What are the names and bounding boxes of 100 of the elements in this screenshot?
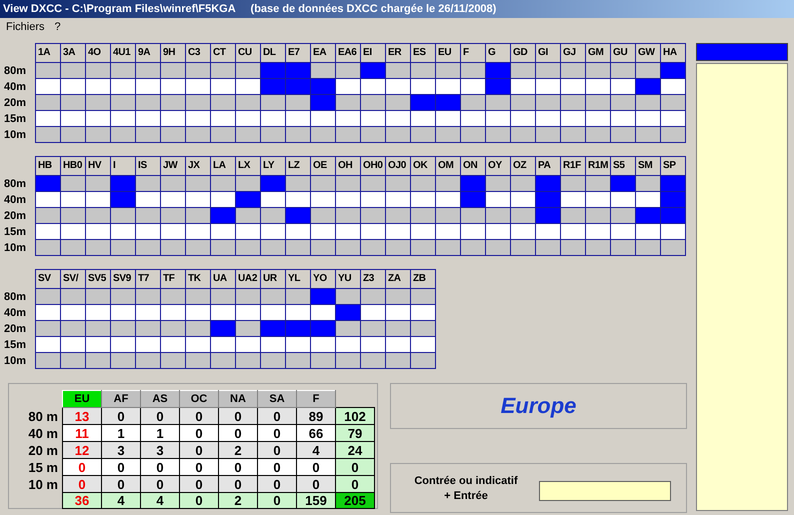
prefix-header: OE xyxy=(311,157,335,175)
count-cell: 3 xyxy=(102,442,140,458)
count-cell: 0 xyxy=(102,476,140,492)
prefix-header: EI xyxy=(361,44,385,62)
prefix-header: OZ xyxy=(511,157,535,175)
prefix-header: TF xyxy=(161,270,185,288)
band-label: 10m xyxy=(3,354,28,369)
band-label: 15m xyxy=(3,338,28,353)
prefix-header: CT xyxy=(211,44,235,62)
continent-tab[interactable]: AS xyxy=(140,390,180,408)
prefix-header: EA6 xyxy=(336,44,360,62)
prefix-header: UA xyxy=(211,270,235,288)
count-cell: 0 xyxy=(180,408,218,424)
count-cell: 0 xyxy=(62,476,102,492)
total-cell: 79 xyxy=(336,424,374,442)
band-label: 10 m xyxy=(13,476,62,492)
total-cell: 0 xyxy=(180,492,218,508)
prefix-header: 4O xyxy=(86,44,110,62)
prefix-header: OH xyxy=(336,157,360,175)
prefix-header: OJ0 xyxy=(386,157,410,175)
prefix-header: 4U1 xyxy=(111,44,135,62)
continent-tab[interactable]: OC xyxy=(180,390,218,408)
list-box[interactable] xyxy=(696,63,788,511)
total-cell: 102 xyxy=(336,408,374,424)
prefix-header: SP xyxy=(661,157,685,175)
prefix-header: R1M xyxy=(586,157,610,175)
prefix-header: TK xyxy=(186,270,210,288)
prefix-header: GW xyxy=(636,44,660,62)
band-label: 20m xyxy=(3,96,28,111)
total-cell: 36 xyxy=(62,492,102,508)
continent-tab[interactable]: EU xyxy=(62,390,102,408)
entry-label: + Entrée xyxy=(444,490,488,502)
band-label: 40m xyxy=(3,80,28,95)
prefix-header: LZ xyxy=(286,157,310,175)
prefix-header: CU xyxy=(236,44,260,62)
menu-item[interactable]: ? xyxy=(54,21,61,33)
count-cell: 0 xyxy=(180,458,218,476)
count-cell: 0 xyxy=(296,458,336,476)
total-cell: 4 xyxy=(140,492,180,508)
window-title: View DXCC - C:\Program Files\winref\F5KGA (base de données DXCC chargée le 26/11/2008) xyxy=(0,0,794,18)
entry-label: Contrée ou indicatif xyxy=(414,474,518,486)
total-cell: 0 xyxy=(336,476,374,492)
continent-tab[interactable]: NA xyxy=(218,390,258,408)
menu-item[interactable]: Fichiers xyxy=(6,21,45,33)
prefix-header: 3A xyxy=(61,44,85,62)
prefix-header: JX xyxy=(186,157,210,175)
prefix-header: HV xyxy=(86,157,110,175)
band-label: 20 m xyxy=(13,442,62,458)
prefix-header: Z3 xyxy=(361,270,385,288)
prefix-header: SV/ xyxy=(61,270,85,288)
count-cell: 0 xyxy=(180,476,218,492)
band-label: 15m xyxy=(3,112,28,127)
count-cell: 13 xyxy=(62,408,102,424)
count-cell: 0 xyxy=(258,458,296,476)
band-label: 80m xyxy=(3,64,28,79)
prefix-header: SV9 xyxy=(111,270,135,288)
count-cell: 0 xyxy=(218,476,258,492)
count-cell: 0 xyxy=(62,458,102,476)
prefix-header: ER xyxy=(386,44,410,62)
prefix-header: JW xyxy=(161,157,185,175)
band-label: 15m xyxy=(3,225,28,240)
count-cell: 66 xyxy=(296,424,336,442)
continent-tab[interactable]: AF xyxy=(102,390,140,408)
prefix-header: ON xyxy=(461,157,485,175)
band-label: 80m xyxy=(3,177,28,192)
total-cell: 4 xyxy=(102,492,140,508)
prefix-header: YO xyxy=(311,270,335,288)
prefix-header: LY xyxy=(261,157,285,175)
prefix-header: ZB xyxy=(411,270,435,288)
count-cell: 1 xyxy=(140,424,180,442)
count-cell: 11 xyxy=(62,424,102,442)
prefix-header: ES xyxy=(411,44,435,62)
band-label: 10m xyxy=(3,241,28,256)
band-label: 40m xyxy=(3,193,28,208)
prefix-header: GM xyxy=(586,44,610,62)
count-cell: 0 xyxy=(258,424,296,442)
band-label: 20m xyxy=(3,322,28,337)
count-cell: 0 xyxy=(180,424,218,442)
count-cell: 1 xyxy=(102,424,140,442)
band-label: 80m xyxy=(3,290,28,305)
prefix-header: LA xyxy=(211,157,235,175)
total-cell: 24 xyxy=(336,442,374,458)
count-cell: 0 xyxy=(258,476,296,492)
count-cell: 0 xyxy=(180,442,218,458)
prefix-header: HB xyxy=(36,157,60,175)
prefix-header: SM xyxy=(636,157,660,175)
continent-tab[interactable]: F xyxy=(296,390,336,408)
band-label: 80 m xyxy=(13,408,62,424)
prefix-header: F xyxy=(461,44,485,62)
prefix-header: YL xyxy=(286,270,310,288)
total-cell: 0 xyxy=(336,458,374,476)
count-cell: 12 xyxy=(62,442,102,458)
prefix-header: EA xyxy=(311,44,335,62)
continent-tab[interactable]: SA xyxy=(258,390,296,408)
input-field[interactable] xyxy=(539,481,671,501)
prefix-header: G xyxy=(486,44,510,62)
count-cell: 3 xyxy=(140,442,180,458)
prefix-header: E7 xyxy=(286,44,310,62)
count-cell: 0 xyxy=(258,442,296,458)
prefix-header: ZA xyxy=(386,270,410,288)
